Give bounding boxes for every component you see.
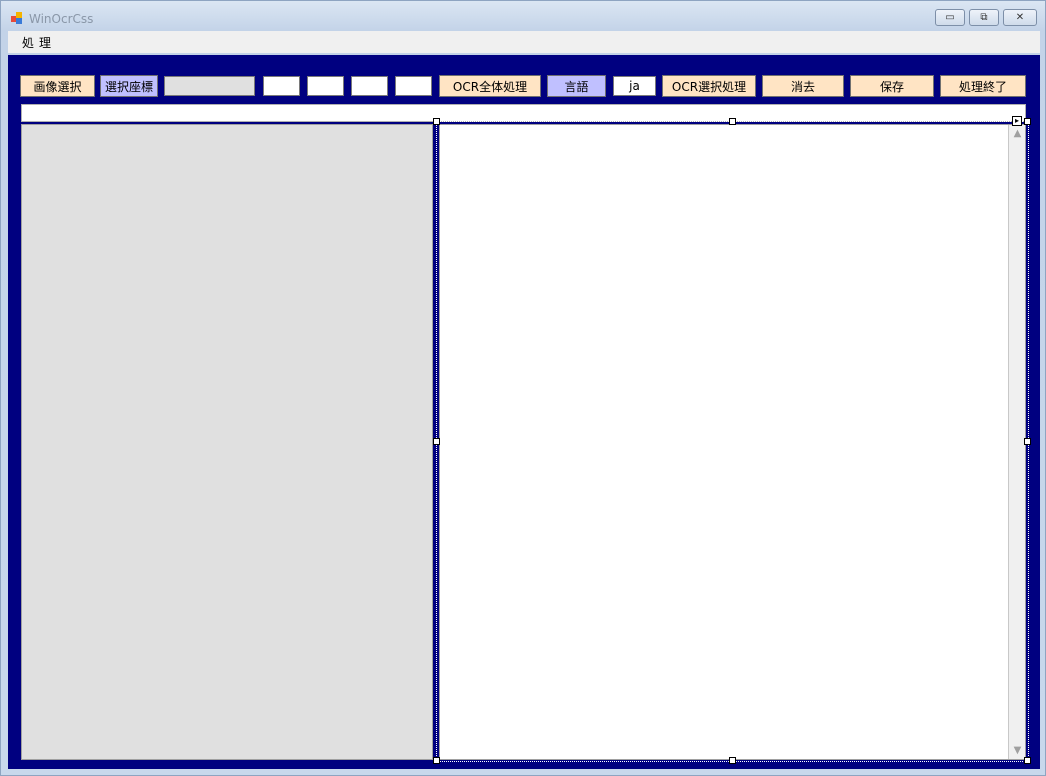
coord-display-field [164, 76, 255, 96]
close-button[interactable]: ✕ [1003, 9, 1037, 26]
clear-button[interactable]: 消去 [762, 75, 844, 97]
coord-h-input[interactable] [395, 76, 432, 96]
language-button[interactable]: 言語 [547, 75, 606, 97]
status-strip [21, 104, 1026, 122]
ocr-all-button[interactable]: OCR全体処理 [439, 75, 541, 97]
title-bar[interactable]: WinOcrCss ▭ ⧉ ✕ [1, 1, 1045, 31]
window-title: WinOcrCss [29, 12, 94, 26]
designer-selection-frame [436, 121, 1029, 762]
exit-button[interactable]: 処理終了 [940, 75, 1026, 97]
resize-handle-e[interactable] [1024, 438, 1031, 445]
minimize-button[interactable]: ▭ [935, 9, 965, 26]
smart-tag-icon[interactable]: ▸ [1012, 116, 1022, 126]
app-window: WinOcrCss ▭ ⧉ ✕ 処理 画像選択 選択座標 OCR全体処理 言語 … [0, 0, 1046, 776]
resize-handle-nw[interactable] [433, 118, 440, 125]
resize-handle-ne[interactable] [1024, 118, 1031, 125]
app-icon [11, 12, 23, 24]
resize-handle-s[interactable] [729, 757, 736, 764]
menu-bar: 処理 [8, 31, 1040, 53]
resize-handle-w[interactable] [433, 438, 440, 445]
coord-w-input[interactable] [351, 76, 388, 96]
resize-handle-sw[interactable] [433, 757, 440, 764]
select-image-button[interactable]: 画像選択 [20, 75, 95, 97]
coord-y-input[interactable] [307, 76, 344, 96]
coord-x-input[interactable] [263, 76, 300, 96]
menu-item-process[interactable]: 処理 [8, 34, 70, 51]
client-area: 画像選択 選択座標 OCR全体処理 言語 ja OCR選択処理 消去 保存 処理… [8, 55, 1040, 769]
image-panel[interactable] [21, 124, 433, 760]
select-coords-button[interactable]: 選択座標 [100, 75, 158, 97]
save-button[interactable]: 保存 [850, 75, 934, 97]
maximize-button[interactable]: ⧉ [969, 9, 999, 26]
ocr-selection-button[interactable]: OCR選択処理 [662, 75, 756, 97]
resize-handle-se[interactable] [1024, 757, 1031, 764]
resize-handle-n[interactable] [729, 118, 736, 125]
language-input[interactable]: ja [613, 76, 656, 96]
